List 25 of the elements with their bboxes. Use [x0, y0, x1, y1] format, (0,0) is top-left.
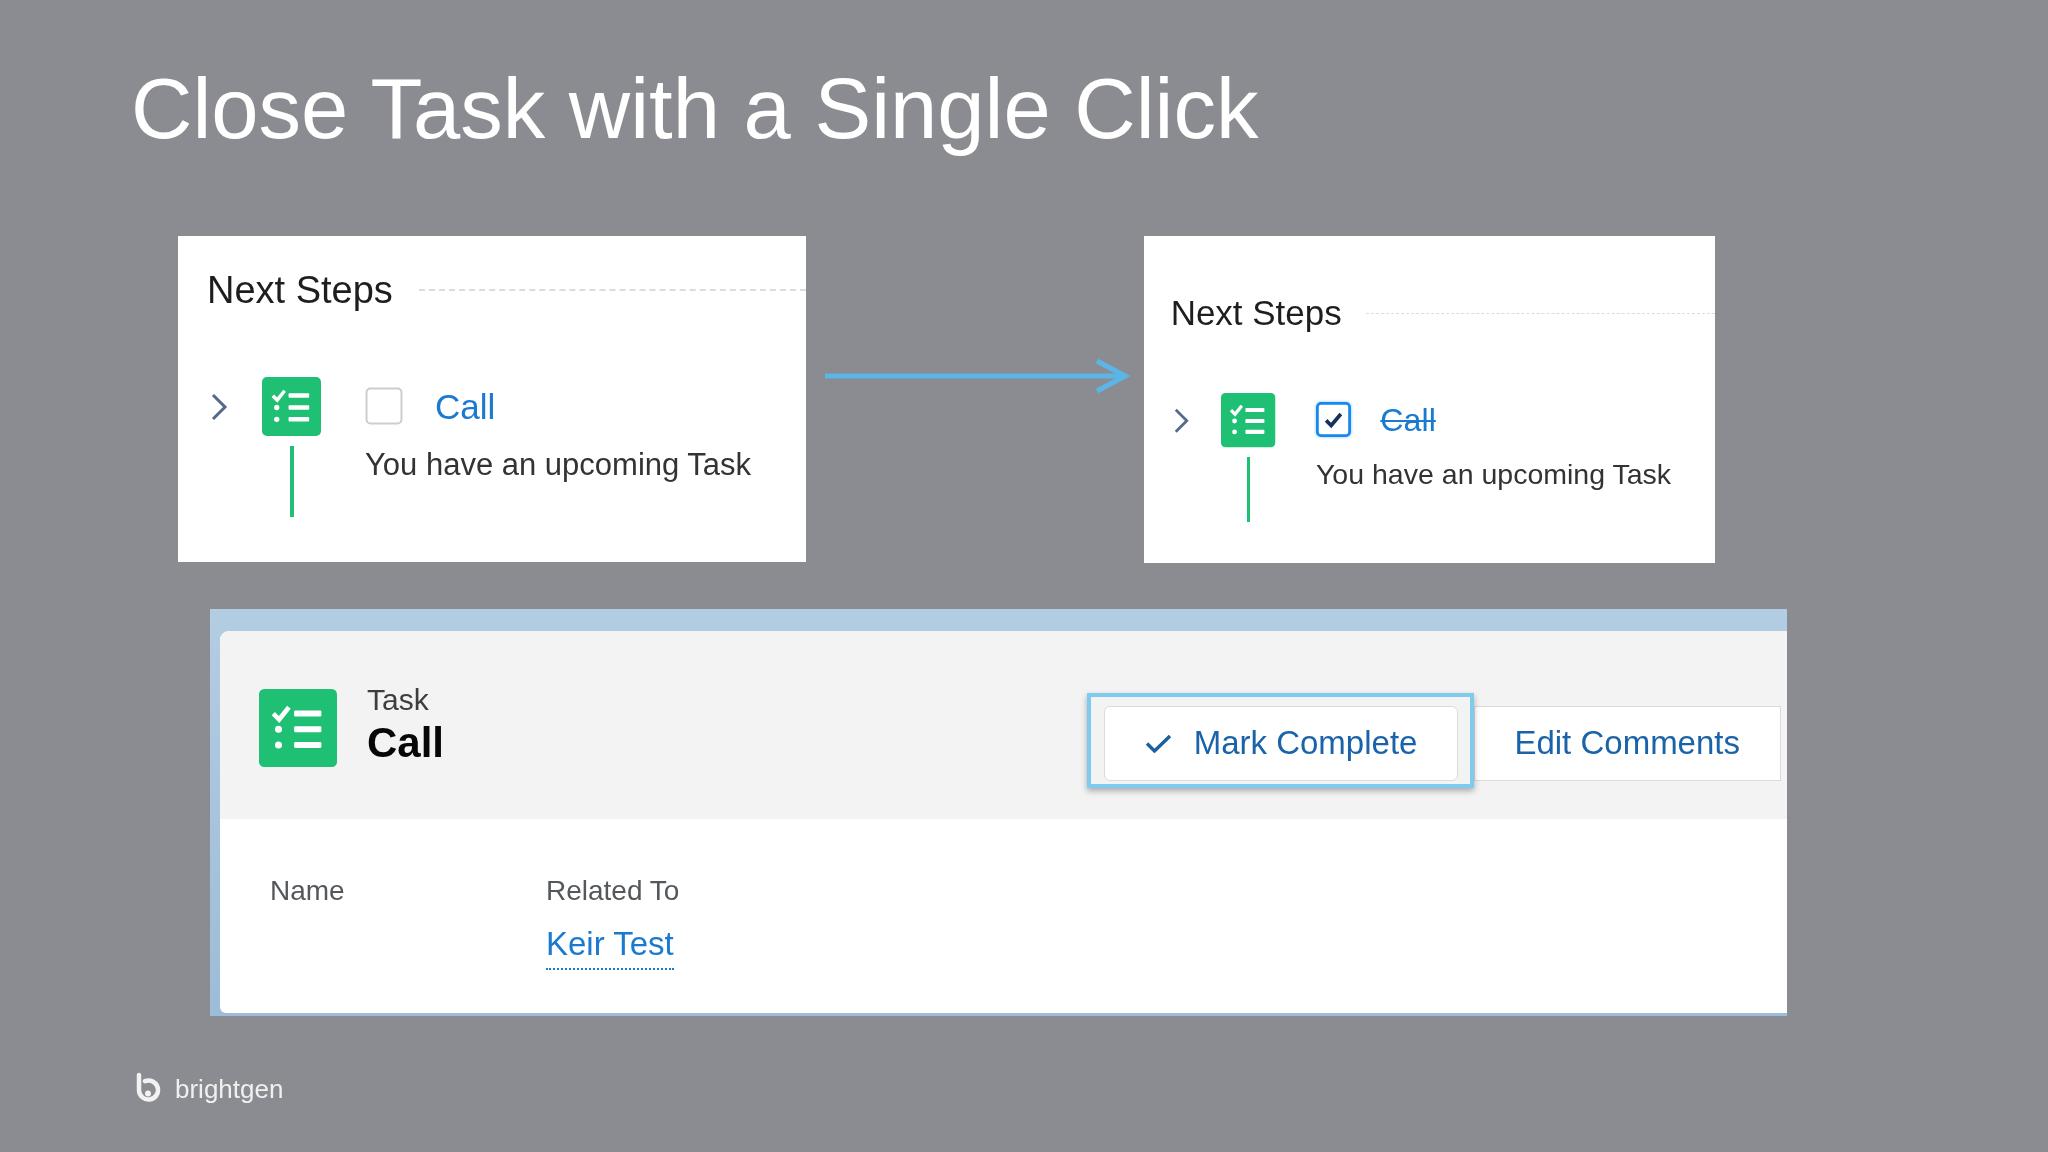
brand-name: brightgen: [175, 1075, 284, 1102]
task-list-icon: [1221, 393, 1276, 448]
check-icon: [1144, 733, 1172, 753]
slide-title: Close Task with a Single Click: [131, 60, 1259, 158]
related-record-link[interactable]: Keir Test: [546, 926, 674, 970]
task-title-link[interactable]: Call: [1380, 403, 1436, 437]
task-description: You have an upcoming Task: [1315, 459, 1672, 489]
action-button[interactable]: Edit Comments: [1474, 705, 1781, 781]
chevron-icon[interactable]: [1173, 407, 1190, 435]
field-label: Name: [270, 876, 345, 905]
timeline-connector: [289, 446, 294, 517]
checkbox[interactable]: [365, 387, 403, 425]
panel-heading: Next Steps: [207, 271, 393, 309]
record-type-label: Task: [367, 684, 430, 715]
checkbox[interactable]: [1315, 402, 1351, 438]
task-title-link[interactable]: Call: [435, 388, 496, 424]
task-description: You have an upcoming Task: [365, 449, 752, 480]
record-title: Call: [367, 721, 445, 764]
timeline-connector: [1246, 456, 1251, 523]
mark-complete-button[interactable]: Mark Complete: [1103, 705, 1459, 781]
chevron-icon[interactable]: [210, 392, 228, 422]
field-label: Related To: [546, 876, 680, 905]
panel-heading: Next Steps: [1170, 295, 1342, 331]
task-list-icon: [262, 377, 321, 436]
task-list-icon: [259, 688, 337, 767]
